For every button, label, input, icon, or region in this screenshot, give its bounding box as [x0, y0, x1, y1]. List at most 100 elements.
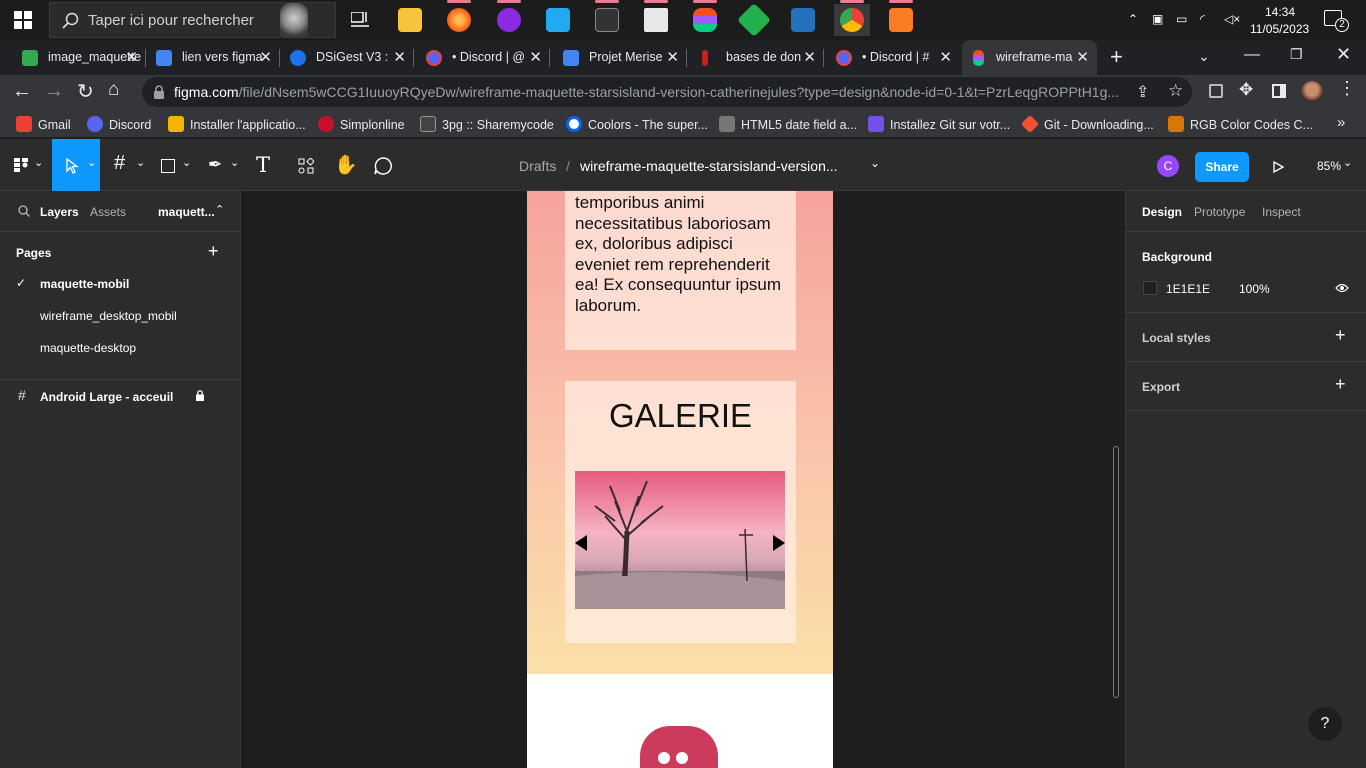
window-close-icon[interactable]: ✕	[1336, 44, 1351, 65]
bookmark-rgb-codes[interactable]: RGB Color Codes C...	[1168, 116, 1313, 132]
move-tool[interactable]: ⌄	[52, 139, 100, 191]
bookmark-git-downloading[interactable]: Git - Downloading...	[1020, 114, 1154, 134]
zoom-level[interactable]: 85%	[1317, 159, 1341, 173]
page-item-wireframe-desktop[interactable]: wireframe_desktop_mobil	[0, 303, 240, 329]
bookmark-coolors[interactable]: Coolors - The super...	[566, 116, 708, 132]
powershell-icon[interactable]	[785, 4, 821, 36]
git-kraken-icon[interactable]	[736, 3, 772, 37]
help-button[interactable]: ?	[1308, 707, 1342, 741]
present-play-icon[interactable]	[1273, 161, 1284, 173]
file-explorer-icon[interactable]	[392, 4, 428, 36]
background-opacity-input[interactable]: 100%	[1239, 282, 1270, 296]
tab-assets[interactable]: Assets	[90, 205, 126, 219]
background-hex-input[interactable]: 1E1E1E	[1166, 282, 1210, 296]
profile-avatar[interactable]	[1301, 81, 1323, 103]
tab-bases-de-donnees[interactable]: bases de don ✕	[692, 40, 824, 75]
address-bar[interactable]: figma.com/file/dNsem5wCCG1IuuoyRQyeDw/wi…	[142, 77, 1192, 107]
share-page-icon[interactable]: ⇪	[1136, 82, 1149, 102]
meet-icon[interactable]: ▣	[1152, 12, 1163, 26]
page-item-maquette-desktop[interactable]: maquette-desktop	[0, 335, 240, 361]
xampp-icon[interactable]	[883, 0, 919, 36]
tab-search-chevron-icon[interactable]: ⌄	[1198, 48, 1210, 65]
bookmark-html5-date[interactable]: HTML5 date field a...	[719, 116, 857, 132]
bookmark-sharemycode[interactable]: 3pg :: Sharemycode	[420, 116, 554, 132]
tab-image-maquette[interactable]: image_maquette ✕	[14, 40, 146, 75]
tab-projet-merise[interactable]: Projet Merise ✕	[555, 40, 687, 75]
close-icon[interactable]: ✕	[393, 48, 406, 66]
pen-tool[interactable]: ✒ ⌄	[202, 139, 250, 191]
chevron-up-icon[interactable]: ⌃	[1128, 12, 1138, 26]
close-icon[interactable]: ✕	[529, 48, 542, 66]
page-item-maquette-mobil[interactable]: ✓ maquette-mobil	[0, 271, 240, 297]
firefox-icon[interactable]	[441, 0, 477, 36]
page-dropdown[interactable]: maquett...	[158, 205, 215, 219]
windows-start-icon[interactable]	[14, 11, 32, 29]
game-app-icon[interactable]	[589, 0, 625, 36]
volume-muted-icon[interactable]: ◁×	[1224, 12, 1240, 26]
tab-prototype[interactable]: Prototype	[1194, 205, 1245, 219]
close-icon[interactable]: ✕	[803, 48, 816, 66]
eye-icon[interactable]	[1335, 283, 1349, 293]
tab-lien-vers-figma[interactable]: lien vers figma ✕	[148, 40, 280, 75]
chevron-up-icon[interactable]: ⌃	[215, 203, 224, 216]
lock-icon[interactable]	[154, 85, 164, 99]
zoom-chevron-icon[interactable]: ⌄	[1343, 156, 1352, 169]
forward-arrow-icon[interactable]: →	[44, 80, 64, 103]
chrome-icon[interactable]	[834, 0, 870, 36]
new-tab-button[interactable]: +	[1110, 44, 1123, 70]
shape-tool[interactable]: ⌄	[154, 139, 202, 191]
figma-desktop-icon[interactable]	[687, 0, 723, 36]
add-local-style-icon[interactable]: +	[1335, 325, 1346, 346]
bookmark-installer[interactable]: Installer l'applicatio...	[168, 116, 306, 132]
bookmark-simplonline[interactable]: Simplonline	[318, 116, 405, 132]
close-icon[interactable]: ✕	[666, 48, 679, 66]
tab-wireframe-active[interactable]: wireframe-ma ✕	[962, 40, 1097, 75]
close-icon[interactable]: ✕	[939, 48, 952, 66]
close-icon[interactable]: ✕	[125, 48, 138, 66]
comment-tool[interactable]	[370, 139, 418, 191]
tab-design[interactable]: Design	[1142, 205, 1182, 219]
bookmark-gmail[interactable]: Gmail	[16, 116, 71, 132]
tab-discord-2[interactable]: • Discord | # ✕	[828, 40, 960, 75]
reload-icon[interactable]: ↻	[77, 79, 94, 104]
figma-main-menu[interactable]: ⌄	[4, 139, 52, 191]
breadcrumb-drafts[interactable]: Drafts	[519, 158, 556, 174]
lock-icon[interactable]	[196, 390, 204, 401]
carousel-next-icon[interactable]	[771, 534, 785, 552]
search-icon[interactable]	[18, 205, 30, 217]
restore-icon[interactable]: ❐	[1290, 46, 1303, 63]
bookmark-installez-git[interactable]: Installez Git sur votr...	[868, 116, 1010, 132]
bookmarks-overflow-icon[interactable]: »	[1337, 114, 1345, 131]
taskbar-search-box[interactable]: Taper ici pour rechercher	[49, 2, 336, 38]
home-icon[interactable]: ⌂	[108, 79, 119, 101]
tab-inspect[interactable]: Inspect	[1262, 205, 1301, 219]
back-arrow-icon[interactable]: ←	[12, 80, 32, 103]
extension-icon[interactable]	[1209, 84, 1223, 98]
add-page-icon[interactable]: +	[208, 241, 219, 262]
close-icon[interactable]: ✕	[1076, 48, 1089, 66]
design-canvas[interactable]: temporibus animi necessitatibus laborios…	[241, 191, 1125, 768]
close-icon[interactable]: ✕	[259, 48, 272, 66]
clock-date[interactable]: 11/05/2023	[1250, 22, 1309, 36]
minimize-icon[interactable]: —	[1244, 46, 1260, 64]
layer-row-android-large[interactable]: # Android Large - acceuil	[0, 384, 240, 408]
bookmark-star-icon[interactable]: ☆	[1168, 81, 1183, 101]
canvas-scrollbar[interactable]	[1113, 446, 1119, 698]
wifi-icon[interactable]: ◜	[1200, 12, 1205, 26]
carousel-prev-icon[interactable]	[574, 534, 588, 552]
add-export-icon[interactable]: +	[1335, 374, 1346, 395]
battery-icon[interactable]: ▭	[1176, 12, 1187, 26]
file-menu-chevron-icon[interactable]: ⌄	[870, 156, 880, 170]
discord-logo-icon[interactable]	[640, 726, 718, 768]
tor-mask-icon[interactable]	[491, 0, 527, 36]
frame-tool[interactable]: # ⌄	[108, 139, 156, 191]
tab-layers[interactable]: Layers	[40, 205, 79, 219]
vscode-icon[interactable]	[540, 4, 576, 36]
tab-discord-1[interactable]: • Discord | @ ✕	[418, 40, 550, 75]
background-swatch[interactable]	[1143, 281, 1157, 295]
puzzle-extensions-icon[interactable]: ✥	[1239, 80, 1253, 100]
share-button[interactable]: Share	[1195, 152, 1249, 182]
tab-dsigest[interactable]: DSiGest V3 : ✕	[282, 40, 414, 75]
notepad-icon[interactable]	[638, 0, 674, 36]
android-frame[interactable]: temporibus animi necessitatibus laborios…	[527, 191, 833, 768]
